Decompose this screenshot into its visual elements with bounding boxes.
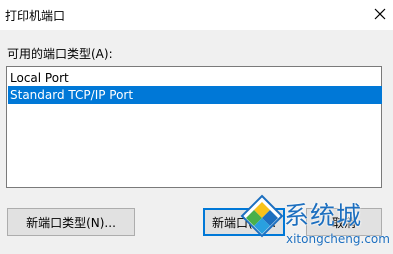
list-item-standard-tcp-ip-port[interactable]: Standard TCP/IP Port [8, 86, 382, 104]
port-types-listbox[interactable]: Local Port Standard TCP/IP Port [6, 66, 382, 188]
watermark-logo-icon [240, 194, 284, 238]
window-title: 打印机端口 [5, 9, 66, 23]
port-types-label: 可用的端口类型(A): [7, 47, 113, 61]
close-icon[interactable] [372, 6, 388, 22]
watermark-brand: 系统城 [284, 201, 363, 230]
title-bar: 打印机端口 [0, 0, 393, 30]
list-item-local-port[interactable]: Local Port [8, 69, 382, 87]
watermark-url: xitongcheng.com [286, 232, 390, 246]
watermark: 系统城 xitongcheng.com [236, 194, 393, 254]
new-port-type-button[interactable]: 新端口类型(N)... [7, 208, 135, 236]
